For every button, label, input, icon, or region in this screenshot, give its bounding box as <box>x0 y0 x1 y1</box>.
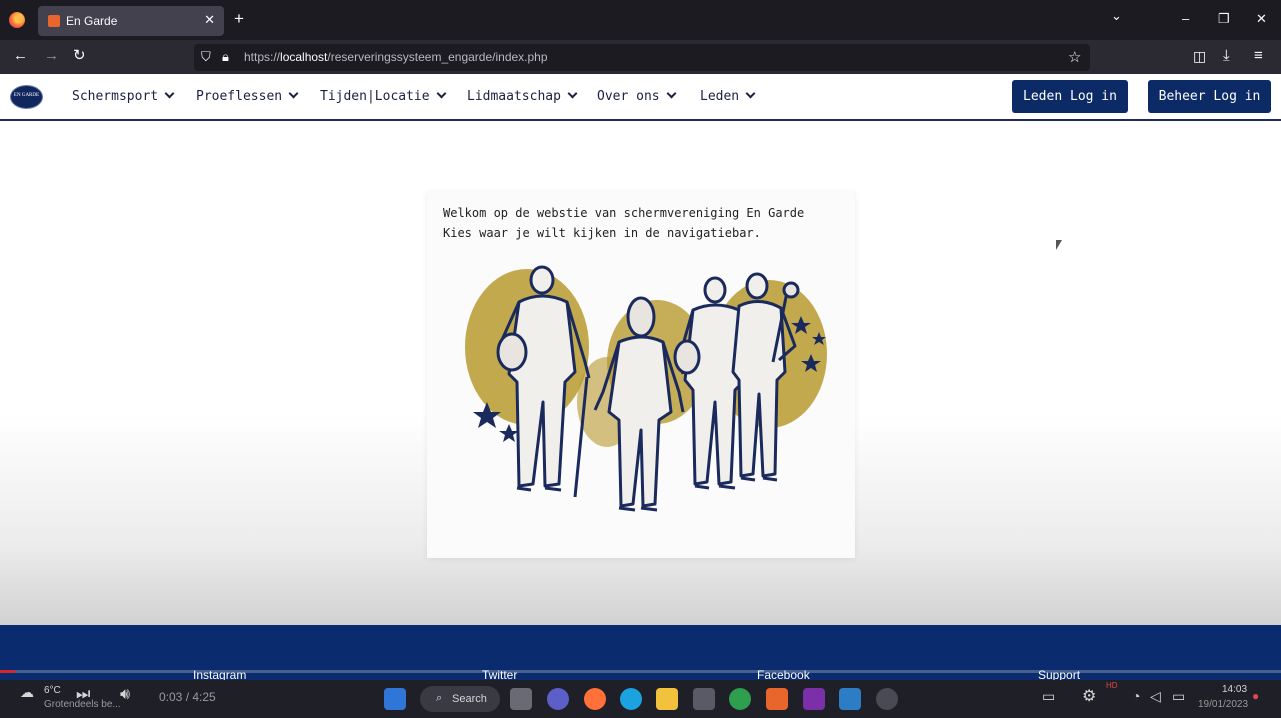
store-icon[interactable] <box>693 688 715 710</box>
mouse-cursor-icon <box>1056 240 1062 250</box>
menu-tijden-locatie[interactable]: Tijden|Locatie <box>320 88 447 104</box>
instruction-text: Kies waar je wilt kijken in de navigatie… <box>443 226 761 240</box>
taskbar-search[interactable]: ⌕ Search <box>420 686 500 712</box>
lock-icon[interactable]: 🔒︎ <box>222 49 229 65</box>
task-view-icon[interactable] <box>510 688 532 710</box>
browser-tab[interactable]: En Garde ✕ <box>38 6 224 36</box>
url-text[interactable]: https://localhost/reserveringssysteem_en… <box>244 50 548 64</box>
menu-label: Lidmaatschap <box>467 89 561 104</box>
volume-icon[interactable]: 🔊︎ <box>120 686 130 704</box>
xampp-icon[interactable] <box>766 688 788 710</box>
url-prefix: https:// <box>244 50 281 64</box>
taskbar: ☁ 6°C Grotendeels be... ⏭ 🔊︎ 0:03 / 4:25… <box>0 680 1281 718</box>
site-logo[interactable]: EN GARDE <box>10 85 43 109</box>
chevron-down-icon <box>567 88 578 99</box>
bookmark-star-icon[interactable]: ☆ <box>1068 48 1081 66</box>
hd-badge: HD <box>1106 681 1118 690</box>
shield-icon[interactable]: ⛉ <box>201 49 211 65</box>
download-icon[interactable]: ⤓ <box>1223 48 1230 64</box>
search-icon: ⌕ <box>436 692 443 704</box>
network-widget-icon[interactable]: ▭ <box>1042 688 1055 705</box>
edge-icon[interactable] <box>620 688 642 710</box>
window-close-icon[interactable]: ✕ <box>1256 11 1267 27</box>
menu-lidmaatschap[interactable]: Lidmaatschap <box>467 88 578 104</box>
chevron-down-icon <box>745 88 756 99</box>
file-explorer-icon[interactable] <box>656 688 678 710</box>
url-bar[interactable]: ⛉ 🔒︎ https://localhost/reserveringssyste… <box>194 44 1090 71</box>
wifi-icon[interactable]: ◔ <box>1132 688 1140 704</box>
clock-time[interactable]: 14:03 <box>1222 684 1247 695</box>
video-progress-fill <box>0 670 16 673</box>
minimize-icon[interactable]: – <box>1182 11 1189 26</box>
menu-label: Proeflessen <box>196 89 283 104</box>
menu-icon[interactable]: ≡ <box>1254 48 1263 64</box>
menu-over-ons[interactable]: Over ons <box>597 88 677 104</box>
url-host: localhost <box>280 50 328 64</box>
video-time: 0:03 / 4:25 <box>159 690 216 704</box>
reload-icon[interactable]: ↻ <box>73 48 86 64</box>
page-content: EN GARDE Schermsport Proeflessen Tijden|… <box>0 74 1281 682</box>
menu-label: Leden <box>700 89 740 104</box>
windows-start-icon[interactable] <box>384 688 406 710</box>
weather-temp: 6°C <box>44 685 61 696</box>
menu-label: Tijden|Locatie <box>320 89 430 104</box>
menu-proeflessen[interactable]: Proeflessen <box>196 88 299 104</box>
chrome-icon[interactable] <box>729 688 751 710</box>
list-all-tabs-icon[interactable]: ⌄ <box>1111 8 1122 24</box>
beheer-login-button[interactable]: Beheer Log in <box>1148 80 1271 113</box>
recorder-icon[interactable] <box>876 688 898 710</box>
welcome-text: Welkom op de webstie van schermverenigin… <box>443 206 805 220</box>
notification-icon[interactable]: ● <box>1252 689 1259 703</box>
menu-leden[interactable]: Leden <box>700 88 756 104</box>
site-favicon-icon <box>48 15 60 27</box>
welcome-card: Welkom op de webstie van schermverenigin… <box>427 192 855 558</box>
battery-icon[interactable]: ▭ <box>1172 688 1185 705</box>
chevron-down-icon <box>288 88 299 99</box>
browser-navigation-bar: ← → ↻ ⛉ 🔒︎ https://localhost/reservering… <box>0 40 1281 74</box>
menu-label: Over ons <box>597 89 660 104</box>
teams-icon[interactable] <box>547 688 569 710</box>
back-icon[interactable]: ← <box>13 48 28 64</box>
site-header: EN GARDE Schermsport Proeflessen Tijden|… <box>0 74 1281 121</box>
speaker-icon[interactable]: ◁ <box>1150 688 1161 705</box>
chevron-down-icon <box>164 88 175 99</box>
forward-icon[interactable]: → <box>44 48 59 64</box>
video-next-icon[interactable]: ⏭ <box>76 686 90 704</box>
firefox-taskbar-icon[interactable] <box>584 688 606 710</box>
menu-label: Schermsport <box>72 89 159 104</box>
search-label: Search <box>452 693 487 705</box>
browser-tab-bar: En Garde ✕ + ⌄ – ❐ ✕ <box>0 0 1281 40</box>
menu-schermsport[interactable]: Schermsport <box>72 88 175 104</box>
chevron-down-icon <box>436 88 447 99</box>
weather-icon[interactable]: ☁ <box>20 684 34 701</box>
notepad-icon[interactable] <box>839 688 861 710</box>
video-progress-bar[interactable] <box>0 670 1281 673</box>
chevron-down-icon <box>666 88 677 99</box>
new-tab-icon[interactable]: + <box>234 10 244 27</box>
settings-gear-icon[interactable]: ⚙ <box>1082 686 1096 706</box>
url-path: /reserveringssysteem_engarde/index.php <box>327 50 548 64</box>
clock-date[interactable]: 19/01/2023 <box>1198 699 1248 710</box>
logo-text: EN GARDE <box>13 93 40 98</box>
restore-icon[interactable]: ❐ <box>1218 11 1230 27</box>
phpstorm-icon[interactable] <box>803 688 825 710</box>
tab-title: En Garde <box>66 14 118 28</box>
fencers-illustration <box>465 265 827 512</box>
leden-login-button[interactable]: Leden Log in <box>1012 80 1128 113</box>
pocket-icon[interactable]: ◫ <box>1193 48 1206 64</box>
tab-close-icon[interactable]: ✕ <box>204 12 215 28</box>
firefox-logo-icon <box>9 12 25 28</box>
